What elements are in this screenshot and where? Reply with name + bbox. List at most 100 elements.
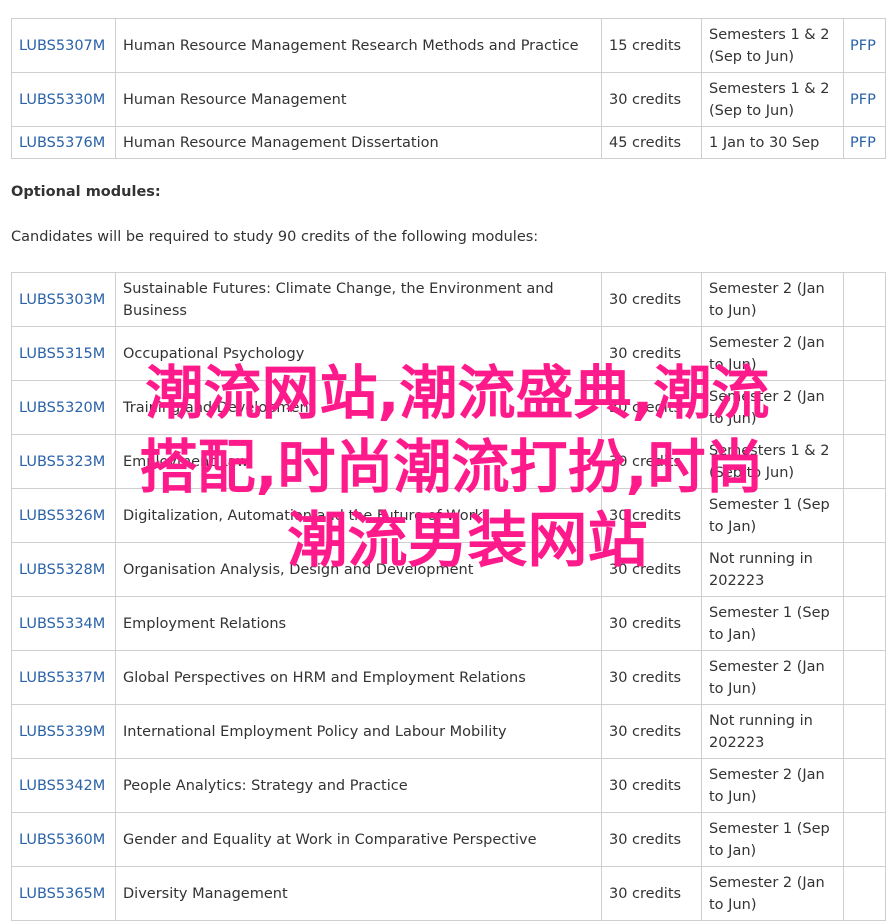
module-code-link[interactable]: LUBS5307M (19, 38, 105, 54)
module-code-link[interactable]: LUBS5337M (19, 670, 105, 686)
module-semester: 1 Jan to 30 Sep (701, 126, 844, 159)
module-title: Human Resource Management Research Metho… (115, 18, 602, 73)
module-code-link[interactable]: LUBS5320M (19, 400, 105, 416)
module-credits: 30 credits (601, 272, 702, 327)
module-credits: 30 credits (601, 596, 702, 651)
pfp-cell-empty (843, 326, 886, 381)
pfp-cell-empty (843, 542, 886, 597)
module-title: Global Perspectives on HRM and Employmen… (115, 650, 602, 705)
pfp-cell-empty (843, 596, 886, 651)
module-semester: Semesters 1 & 2 (Sep to Jun) (701, 72, 844, 127)
module-semester: Semester 2 (Jan to Jun) (701, 758, 844, 813)
table-row: LUBS5328M Organisation Analysis, Design a… (11, 542, 886, 597)
module-credits: 30 credits (601, 326, 702, 381)
module-credits: 30 credits (601, 704, 702, 759)
module-title: Diversity Management (115, 866, 602, 921)
module-code-link[interactable]: LUBS5315M (19, 346, 105, 362)
module-code-cell: LUBS5342M (11, 758, 116, 813)
module-credits: 30 credits (601, 434, 702, 489)
table-row: LUBS5337M Global Perspectives on HRM and … (11, 650, 886, 705)
module-credits: 15 credits (601, 18, 702, 73)
module-title: Gender and Equality at Work in Comparati… (115, 812, 602, 867)
module-credits: 30 credits (601, 812, 702, 867)
pfp-cell-empty (843, 866, 886, 921)
module-semester: Semesters 1 & 2 (Sep to Jun) (701, 18, 844, 73)
module-code-cell: LUBS5337M (11, 650, 116, 705)
module-title: Human Resource Management (115, 72, 602, 127)
table-row: LUBS5365M Diversity Management 30 credits S… (11, 866, 886, 921)
module-semester: Semester 2 (Jan to Jun) (701, 380, 844, 435)
module-credits: 45 credits (601, 126, 702, 159)
module-code-cell: LUBS5365M (11, 866, 116, 921)
table-row: LUBS5330M Human Resource Management 30 c… (11, 72, 886, 127)
pfp-cell-empty (843, 272, 886, 327)
pfp-cell-empty (843, 380, 886, 435)
module-code-cell: LUBS5303M (11, 272, 116, 327)
pfp-link[interactable]: PFP (850, 92, 876, 108)
module-semester: Not running in 202223 (701, 542, 844, 597)
module-semester: Semester 2 (Jan to Jun) (701, 326, 844, 381)
table-row: LUBS5339M International Employment Policy… (11, 704, 886, 759)
module-semester: Semester 1 (Sep to Jan) (701, 488, 844, 543)
module-title: Digitalization, Automation and the Futur… (115, 488, 602, 543)
module-code-link[interactable]: LUBS5339M (19, 724, 105, 740)
table-row: LUBS5315M Occupational Psychology 30 credi… (11, 326, 886, 381)
table-row: LUBS5320M Training and Development 30 cred… (11, 380, 886, 435)
pfp-link[interactable]: PFP (850, 38, 876, 54)
optional-modules-heading: Optional modules: (11, 184, 161, 200)
module-semester: Semester 2 (Jan to Jun) (701, 272, 844, 327)
pfp-cell: PFP (843, 18, 886, 73)
module-title: Training and Development (115, 380, 602, 435)
pfp-link[interactable]: PFP (850, 135, 876, 151)
module-code-cell: LUBS5360M (11, 812, 116, 867)
module-credits: 30 credits (601, 488, 702, 543)
module-code-link[interactable]: LUBS5323M (19, 454, 105, 470)
module-semester: Semester 1 (Sep to Jan) (701, 812, 844, 867)
module-code-cell: LUBS5315M (11, 326, 116, 381)
module-credits: 30 credits (601, 72, 702, 127)
module-code-link[interactable]: LUBS5376M (19, 135, 105, 151)
module-code-link[interactable]: LUBS5330M (19, 92, 105, 108)
module-code-cell: LUBS5323M (11, 434, 116, 489)
module-code-link[interactable]: LUBS5328M (19, 562, 105, 578)
module-semester: Not running in 202223 (701, 704, 844, 759)
module-title: People Analytics: Strategy and Practice (115, 758, 602, 813)
module-code-link[interactable]: LUBS5334M (19, 616, 105, 632)
module-semester: Semesters 1 & 2 (Sep to Jun) (701, 434, 844, 489)
pfp-cell: PFP (843, 72, 886, 127)
pfp-cell-empty (843, 758, 886, 813)
module-code-link[interactable]: LUBS5342M (19, 778, 105, 794)
module-title: Organisation Analysis, Design and Develo… (115, 542, 602, 597)
pfp-cell-empty (843, 812, 886, 867)
pfp-cell-empty (843, 650, 886, 705)
table-row: LUBS5334M Employment Relations 30 credits S… (11, 596, 886, 651)
pfp-cell-empty (843, 704, 886, 759)
module-title: Employment Law (115, 434, 602, 489)
module-code-link[interactable]: LUBS5365M (19, 886, 105, 902)
module-code-cell: LUBS5330M (11, 72, 116, 127)
module-code-cell: LUBS5339M (11, 704, 116, 759)
module-title: Employment Relations (115, 596, 602, 651)
module-credits: 30 credits (601, 650, 702, 705)
table-row: LUBS5360M Gender and Equality at Work in … (11, 812, 886, 867)
module-title: Occupational Psychology (115, 326, 602, 381)
module-code-cell: LUBS5376M (11, 126, 116, 159)
module-semester: Semester 2 (Jan to Jun) (701, 866, 844, 921)
core-modules-table: LUBS5307M Human Resource Management Rese… (11, 18, 886, 159)
module-code-link[interactable]: LUBS5326M (19, 508, 105, 524)
table-row: LUBS5376M Human Resource Management Diss… (11, 126, 886, 159)
pfp-cell: PFP (843, 126, 886, 159)
module-code-cell: LUBS5307M (11, 18, 116, 73)
module-credits: 30 credits (601, 542, 702, 597)
module-title: Sustainable Futures: Climate Change, the… (115, 272, 602, 327)
module-code-cell: LUBS5328M (11, 542, 116, 597)
table-row: LUBS5303M Sustainable Futures: Climate Ch… (11, 272, 886, 327)
module-code-link[interactable]: LUBS5303M (19, 292, 105, 308)
module-code-link[interactable]: LUBS5360M (19, 832, 105, 848)
module-credits: 30 credits (601, 866, 702, 921)
module-semester: Semester 2 (Jan to Jun) (701, 650, 844, 705)
module-credits: 30 credits (601, 380, 702, 435)
module-code-cell: LUBS5320M (11, 380, 116, 435)
table-row: LUBS5307M Human Resource Management Rese… (11, 18, 886, 73)
optional-modules-table: LUBS5303M Sustainable Futures: Climate Ch… (11, 272, 886, 921)
